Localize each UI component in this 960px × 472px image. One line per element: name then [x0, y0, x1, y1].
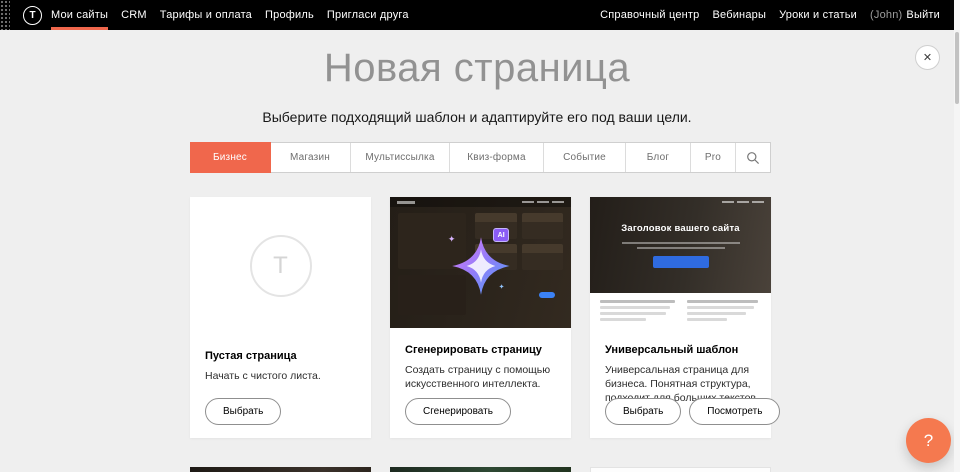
nav-item-lessons[interactable]: Уроки и статьи — [779, 0, 857, 30]
text-line-placeholder — [687, 300, 759, 303]
card-description: Создать страницу с помощью искусственног… — [405, 363, 556, 391]
preview-card-placeholder — [522, 244, 564, 270]
username-label: (John) — [870, 9, 902, 21]
tab-shop[interactable]: Магазин — [270, 143, 351, 172]
template-card-partial[interactable] — [590, 467, 771, 472]
text-line-placeholder — [600, 312, 666, 315]
select-blank-button[interactable]: Выбрать — [205, 398, 281, 425]
card-title: Сгенерировать страницу — [405, 344, 556, 356]
card-actions: Сгенерировать — [405, 398, 511, 425]
main-nav: Мои сайты CRM Тарифы и оплата Профиль Пр… — [51, 0, 409, 30]
preview-site-heading: Заголовок вашего сайта — [590, 223, 771, 234]
scrollbar-thumb[interactable] — [955, 32, 959, 104]
template-category-tabs: Бизнес Магазин Мультиссылка Квиз-форма С… — [190, 142, 771, 173]
text-line-placeholder — [600, 306, 670, 309]
card-description: Начать с чистого листа. — [205, 369, 356, 383]
preview-card-placeholder — [522, 213, 564, 239]
universal-template-preview[interactable]: Заголовок вашего сайта — [590, 197, 771, 328]
nav-item-tariffs[interactable]: Тарифы и оплата — [160, 0, 252, 30]
mini-nav-link-placeholder — [737, 201, 749, 203]
template-card-partial[interactable] — [390, 467, 571, 472]
ai-badge: AI — [493, 228, 509, 242]
mini-nav-link-placeholder — [537, 201, 549, 203]
ai-template-preview[interactable]: ✦ ✦ AI — [390, 197, 571, 328]
card-actions: Выбрать Посмотреть — [605, 398, 780, 425]
mini-nav-link-placeholder — [522, 201, 534, 203]
preview-mini-navbar — [590, 197, 771, 207]
nav-item-logout[interactable]: (John) Выйти — [870, 0, 940, 30]
preview-cta-button-placeholder — [653, 256, 709, 268]
preview-text-column — [687, 300, 762, 321]
mini-nav-link-placeholder — [752, 201, 764, 203]
preview-text-section — [590, 293, 771, 328]
mini-logo-placeholder — [397, 201, 415, 204]
text-line-placeholder — [687, 306, 754, 309]
nav-item-webinars[interactable]: Вебинары — [712, 0, 766, 30]
search-icon — [746, 151, 760, 165]
nav-item-crm[interactable]: CRM — [121, 0, 147, 30]
template-card-partial[interactable] — [190, 467, 371, 472]
template-cards-row-2 — [190, 467, 771, 472]
nav-item-help-center[interactable]: Справочный центр — [600, 0, 699, 30]
search-tab[interactable] — [736, 143, 770, 172]
text-line-placeholder — [600, 318, 646, 321]
preview-mini-navbar — [390, 197, 571, 207]
corner-texture — [0, 0, 10, 30]
question-mark-icon: ? — [924, 431, 933, 451]
text-line-placeholder — [687, 318, 728, 321]
sparkle-icon: ✦ — [499, 283, 505, 291]
preview-text-line-placeholder — [622, 242, 740, 244]
page-subtitle: Выберите подходящий шаблон и адаптируйте… — [0, 109, 954, 125]
generate-button[interactable]: Сгенерировать — [405, 398, 511, 425]
blank-template-preview[interactable]: T — [190, 197, 371, 334]
tab-business[interactable]: Бизнес — [191, 143, 270, 172]
nav-item-invite-friend[interactable]: Пригласи друга — [327, 0, 409, 30]
tab-blog[interactable]: Блог — [626, 143, 691, 172]
app-screen: T Мои сайты CRM Тарифы и оплата Профиль … — [0, 0, 960, 472]
help-button[interactable]: ? — [906, 418, 951, 463]
tilda-logo[interactable]: T — [23, 6, 42, 25]
page-title: Новая страница — [0, 46, 954, 91]
template-card-ai: ✦ ✦ AI Сгенерировать страницу Создать ст… — [390, 197, 571, 438]
mini-nav-link-placeholder — [552, 201, 564, 203]
nav-item-my-sites[interactable]: Мои сайты — [51, 0, 108, 30]
template-cards-row: T Пустая страница Начать с чистого листа… — [190, 197, 771, 438]
tab-event[interactable]: Событие — [544, 143, 626, 172]
sparkle-icon: ✦ — [448, 234, 456, 245]
template-card-universal: Заголовок вашего сайта — [590, 197, 771, 438]
card-title: Пустая страница — [205, 350, 356, 362]
card-title: Универсальный шаблон — [605, 344, 756, 356]
text-line-placeholder — [600, 300, 675, 303]
tab-quiz-form[interactable]: Квиз-форма — [450, 143, 544, 172]
nav-item-profile[interactable]: Профиль — [265, 0, 314, 30]
scrollbar-track[interactable] — [954, 0, 960, 472]
preview-text-column — [600, 300, 675, 321]
tab-multilink[interactable]: Мультиссылка — [351, 143, 450, 172]
preview-text-line-placeholder — [637, 247, 725, 249]
tilda-mark-icon: T — [250, 235, 312, 297]
topbar: T Мои сайты CRM Тарифы и оплата Профиль … — [0, 0, 954, 30]
card-actions: Выбрать — [205, 398, 281, 425]
select-universal-button[interactable]: Выбрать — [605, 398, 681, 425]
template-card-blank: T Пустая страница Начать с чистого листа… — [190, 197, 371, 438]
secondary-nav: Справочный центр Вебинары Уроки и статьи… — [600, 0, 954, 30]
mini-nav-link-placeholder — [722, 201, 734, 203]
text-line-placeholder — [687, 312, 747, 315]
logout-label: Выйти — [906, 9, 940, 21]
view-universal-button[interactable]: Посмотреть — [689, 398, 780, 425]
preview-blue-button-placeholder — [539, 292, 555, 298]
tab-pro[interactable]: Pro — [691, 143, 736, 172]
preview-hero: Заголовок вашего сайта — [590, 197, 771, 293]
